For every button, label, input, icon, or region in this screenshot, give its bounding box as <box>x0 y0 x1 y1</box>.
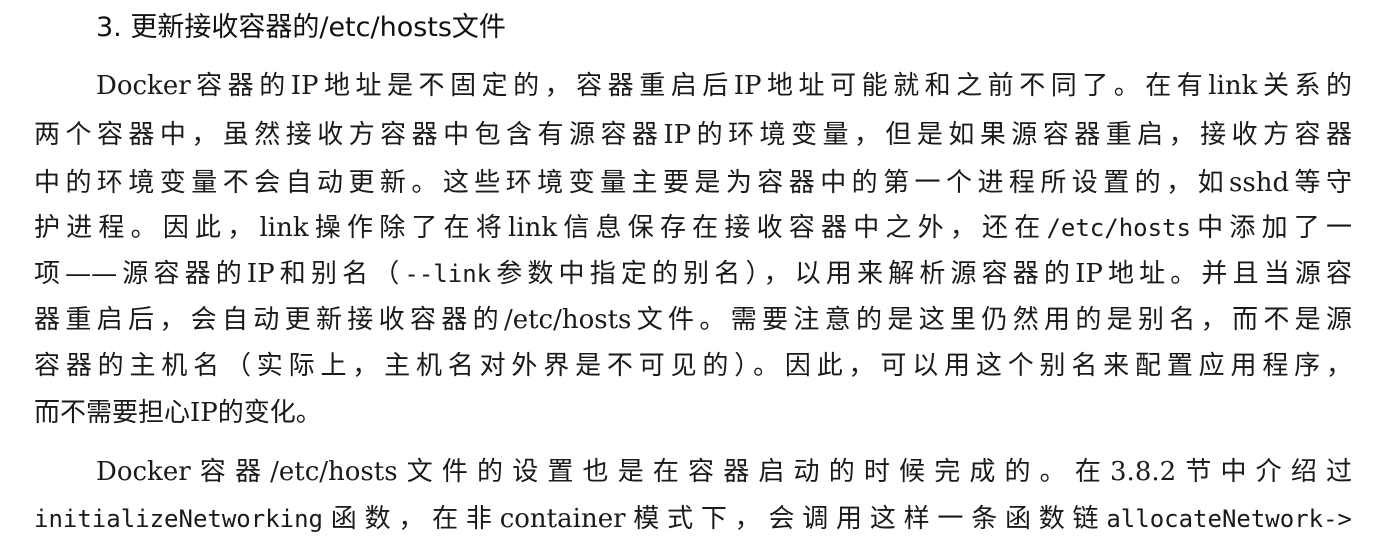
paragraph-1-line-4: 护进程。因此，link操作除了在将link信息保存在接收容器中之外，还在/etc… <box>34 208 1352 248</box>
paragraph-1-line-5-text-a: 项——源容器的IP和别名（ <box>34 259 405 289</box>
paragraph-1-line-7: 容器的主机名（实际上，主机名对外界是不可见的）。因此，可以用这个别名来配置应用程… <box>34 351 1352 381</box>
hosts-path-code: /etc/hosts <box>1046 214 1191 242</box>
paragraph-1-line-5: 项——源容器的IP和别名（--link参数中指定的别名），以用来解析源容器的IP… <box>34 254 1352 294</box>
paragraph-1-line-3: 中的环境变量不会自动更新。这些环境变量主要是为容器中的第一个进程所设置的，如ss… <box>34 168 1352 198</box>
initialize-networking-code: initializeNetworking <box>34 505 323 533</box>
allocate-network-code: allocateNetwork-> <box>1106 505 1352 533</box>
paragraph-1-line-6: 器重启后，会自动更新接收容器的/etc/hosts文件。需要注意的是这里仍然用的… <box>34 305 1352 335</box>
paragraph-2-line-2: initializeNetworking函数，在非container模式下，会调… <box>34 499 1352 539</box>
document-page: 3. 更新接收容器的/etc/hosts文件 Docker容器的IP地址是不固定… <box>0 0 1382 544</box>
paragraph-1-line-5-text-b: 参数中指定的别名），以用来解析源容器的IP地址。并且当源容 <box>491 259 1352 289</box>
link-flag-code: --link <box>404 260 492 288</box>
paragraph-1-line-2: 两个容器中，虽然接收方容器中包含有源容器IP的环境变量，但是如果源容器重启，接收… <box>34 120 1352 150</box>
paragraph-1-line-4-text-b: 中添加了一 <box>1190 213 1352 243</box>
paragraph-2-line-2-text: 函数，在非container模式下，会调用这样一条函数链 <box>322 504 1107 534</box>
paragraph-1-line-1: Docker容器的IP地址是不固定的，容器重启后IP地址可能就和之前不同了。在有… <box>96 71 1352 101</box>
section-heading: 3. 更新接收容器的/etc/hosts文件 <box>96 12 506 43</box>
paragraph-2-line-1: Docker容器/etc/hosts文件的设置也是在容器启动的时候完成的。在3.… <box>96 457 1352 487</box>
paragraph-1-line-8: 而不需要担心IP的变化。 <box>34 398 322 428</box>
paragraph-1-line-4-text-a: 护进程。因此，link操作除了在将link信息保存在接收容器中之外，还在 <box>34 213 1047 243</box>
